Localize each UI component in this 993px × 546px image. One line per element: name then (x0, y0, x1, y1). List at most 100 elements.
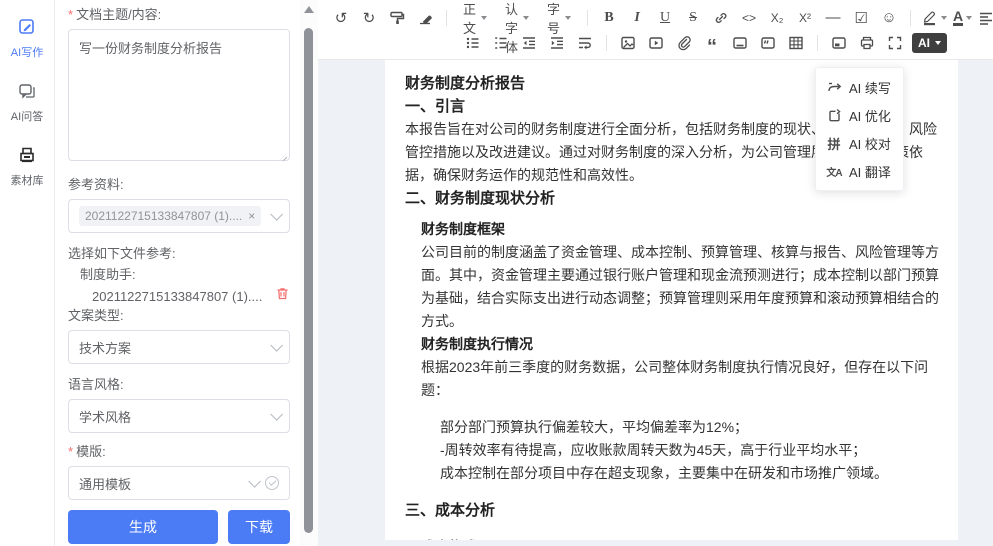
style-label: 语言风格: (68, 376, 290, 393)
doc-list-item: -周转效率有待提高，应收账款周转天数为45天，高于行业平均水平； (440, 439, 942, 462)
format-painter-icon[interactable] (386, 7, 408, 29)
doc-type-label: 文案类型: (68, 307, 290, 324)
required-asterisk: * (68, 444, 73, 459)
menu-item-ai-continue[interactable]: AI 续写 (816, 73, 903, 101)
scroll-up-arrow-icon[interactable] (304, 6, 314, 13)
file-section-label: 选择如下文件参考: (68, 245, 290, 262)
chevron-down-icon (270, 339, 283, 352)
font-family-dropdown[interactable]: 默认字体 (499, 7, 535, 29)
strikethrough-button[interactable]: S (682, 7, 704, 29)
link-icon[interactable] (710, 7, 732, 29)
nav-item-material-library[interactable]: 素材库 (11, 146, 44, 188)
underline-button[interactable]: U (654, 7, 676, 29)
topic-input[interactable]: 写一份财务制度分析报告 (68, 29, 290, 161)
nav-rail: AI写作 AI问答 素材库 (0, 0, 55, 546)
menu-item-label: AI 校对 (849, 134, 891, 153)
fullscreen-icon[interactable] (884, 32, 906, 54)
redo-icon[interactable]: ↻ (358, 7, 380, 29)
material-library-icon (18, 146, 36, 169)
menu-item-ai-proofread[interactable]: 拼 AI 校对 (816, 129, 903, 157)
download-button[interactable]: 下载 (228, 510, 290, 544)
nav-item-ai-writing[interactable]: AI写作 (11, 18, 43, 60)
insert-image-icon[interactable] (617, 32, 639, 54)
check-circle-icon (265, 476, 279, 490)
indent-icon[interactable] (546, 32, 568, 54)
nav-label: AI问答 (11, 108, 43, 124)
doc-type-value: 技术方案 (79, 338, 270, 357)
topic-textarea-wrap: 写一份财务制度分析报告 (68, 23, 290, 166)
menu-item-label: AI 翻译 (849, 162, 891, 181)
chevron-down-icon (270, 408, 283, 421)
text-wrap-icon[interactable] (574, 32, 596, 54)
tag-remove-icon[interactable]: × (248, 210, 255, 222)
doc-paragraph: 公司目前的制度涵盖了资金管理、成本控制、预算管理、核算与报告、风险管理等方面。其… (421, 241, 942, 333)
align-dropdown[interactable] (978, 10, 993, 26)
doc-list-item: 部分部门预算执行偏差较大，平均偏差率为12%； (440, 416, 942, 439)
ai-translate-icon: 文A (826, 163, 842, 179)
chevron-down-icon (248, 475, 261, 488)
chevron-down-icon (270, 208, 283, 221)
caret-down-icon (565, 16, 571, 20)
bullet-list-icon[interactable] (462, 32, 484, 54)
attachment-icon[interactable] (673, 32, 695, 54)
template-select[interactable]: 通用模板 (68, 466, 290, 500)
style-select[interactable]: 学术风格 (68, 399, 290, 433)
doc-heading: 三、成本分析 (405, 499, 942, 522)
delete-file-icon[interactable] (275, 286, 290, 306)
generation-form-panel: *文档主题/内容: 写一份财务制度分析报告 参考资料: 202112271513… (56, 0, 300, 546)
embed-source-icon[interactable] (828, 32, 850, 54)
ai-tools-button[interactable]: AI (912, 33, 947, 53)
inline-code-icon[interactable]: <> (738, 7, 760, 29)
app-window: AI写作 AI问答 素材库 *文档主题/内容: 写一份财务制度分析报告 参考资料… (0, 0, 993, 546)
action-buttons: 生成 下载 (68, 510, 290, 544)
ai-continue-icon (826, 79, 842, 95)
insert-table-icon[interactable] (785, 32, 807, 54)
code-block-icon[interactable] (757, 32, 779, 54)
print-icon[interactable] (856, 32, 878, 54)
subscript-button[interactable]: X₂ (766, 7, 788, 29)
highlight-color-button[interactable] (921, 9, 947, 26)
reference-label: 参考资料: (68, 176, 290, 193)
nav-item-ai-qa[interactable]: AI问答 (11, 82, 43, 124)
style-value: 学术风格 (79, 407, 270, 426)
reference-select[interactable]: 2021122715133847807 (1).... × (68, 199, 290, 233)
emoji-icon[interactable]: ☺ (878, 7, 900, 29)
ai-proofread-icon: 拼 (826, 135, 842, 151)
template-label: *模版: (68, 443, 290, 460)
paragraph-style-dropdown[interactable]: 正文 (457, 7, 493, 29)
menu-item-label: AI 优化 (849, 106, 891, 125)
scrollbar-thumb[interactable] (304, 28, 313, 533)
doc-type-select[interactable]: 技术方案 (68, 330, 290, 364)
toolbar-row-1: ↺ ↻ 正文 默认字体 字号 B (330, 5, 985, 30)
insert-video-icon[interactable] (645, 32, 667, 54)
caret-down-icon (941, 16, 947, 20)
bold-button[interactable]: B (598, 7, 620, 29)
font-size-dropdown[interactable]: 字号 (541, 7, 577, 29)
reference-tag-text: 2021122715133847807 (1).... (85, 209, 242, 223)
divider-block-icon[interactable] (729, 32, 751, 54)
eraser-icon[interactable] (414, 7, 436, 29)
superscript-button[interactable]: X² (794, 7, 816, 29)
menu-item-ai-translate[interactable]: 文A AI 翻译 (816, 157, 903, 185)
toolbar-row-2: “ (462, 30, 985, 55)
doc-list-item: 成本控制在部分项目中存在超支现象，主要集中在研发和市场推广领域。 (440, 462, 942, 485)
panel-scrollbar[interactable] (300, 0, 318, 546)
italic-button[interactable]: I (626, 7, 648, 29)
horizontal-rule-icon[interactable]: — (822, 7, 844, 29)
ai-optimize-icon (826, 107, 842, 123)
ai-dropdown-menu: AI 续写 AI 优化 拼 AI 校对 文A AI 翻译 (815, 67, 904, 191)
undo-icon[interactable]: ↺ (330, 7, 352, 29)
menu-item-ai-optimize[interactable]: AI 优化 (816, 101, 903, 129)
ordered-list-icon[interactable] (490, 32, 512, 54)
blockquote-icon[interactable]: “ (701, 32, 723, 54)
font-color-button[interactable]: A (953, 9, 972, 26)
doc-subheading: 财务制度框架 (421, 218, 942, 241)
outdent-icon[interactable] (518, 32, 540, 54)
file-row: 2021122715133847807 (1).... (68, 287, 290, 305)
task-checkbox-icon[interactable]: ☑ (850, 7, 872, 29)
assistant-label: 制度助手: (68, 266, 290, 283)
doc-list: 部分部门预算执行偏差较大，平均偏差率为12%； -周转效率有待提高，应收账款周转… (440, 416, 942, 485)
generate-button[interactable]: 生成 (68, 510, 218, 544)
nav-label: AI写作 (11, 44, 43, 60)
caret-down-icon (935, 41, 941, 45)
